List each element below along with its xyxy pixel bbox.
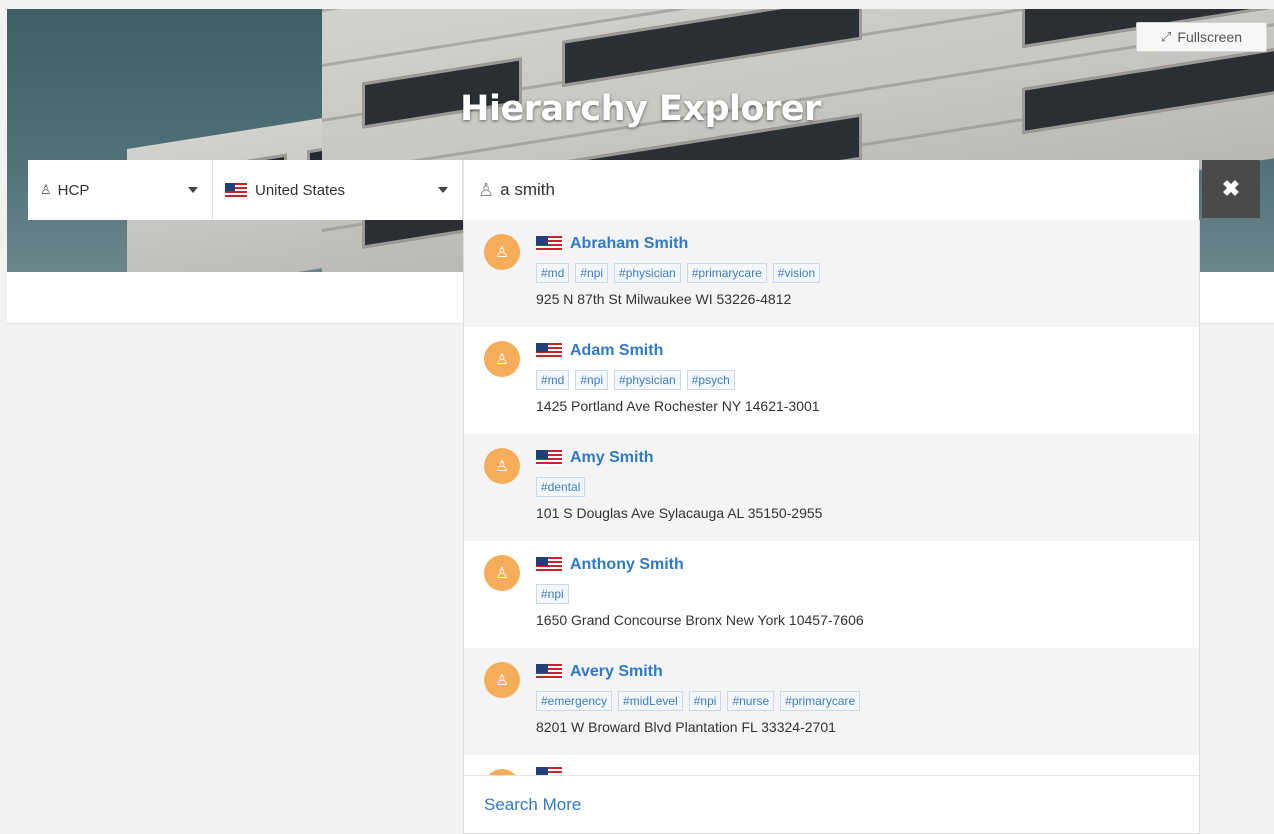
- result-item[interactable]: ♙ Avery Smith #emergency #midLevel #npi …: [464, 648, 1199, 755]
- tag[interactable]: #emergency: [536, 691, 613, 711]
- hcp-avatar-icon: ♙: [484, 448, 520, 484]
- result-item[interactable]: ♙ Anthony Smith #npi 1650 Grand Concours…: [464, 541, 1199, 648]
- country-selector[interactable]: United States: [213, 160, 463, 220]
- tag[interactable]: #psych: [686, 370, 735, 390]
- us-flag-icon: [536, 557, 562, 573]
- search-input[interactable]: [500, 180, 1141, 200]
- tag[interactable]: #dental: [536, 477, 586, 497]
- page-title: Hierarchy Explorer: [460, 89, 821, 129]
- chevron-down-icon: [188, 187, 198, 193]
- tag[interactable]: #primarycare: [780, 691, 861, 711]
- result-name-text: Avery Smith: [570, 663, 663, 680]
- tag[interactable]: #md: [536, 370, 570, 390]
- search-bar: ♙ HCP United States ♙: [28, 160, 1199, 220]
- tag[interactable]: #npi: [575, 370, 609, 390]
- type-selector-value: HCP: [57, 181, 90, 199]
- country-selector-value: United States: [255, 181, 346, 199]
- result-name: Amy Smith: [536, 446, 1199, 470]
- user-md-icon: ♙: [40, 182, 52, 197]
- tag[interactable]: #npi: [536, 584, 569, 604]
- result-tags: #md #npi #physician #primarycare #vision: [536, 263, 1199, 283]
- result-name: [536, 767, 570, 775]
- result-item[interactable]: ♙ Adam Smith #md #npi #physician #psych …: [464, 327, 1199, 434]
- us-flag-icon: [536, 343, 562, 359]
- tag[interactable]: #physician: [614, 263, 681, 283]
- result-item[interactable]: ♙ Amy Smith #dental 101 S Douglas Ave Sy…: [464, 434, 1199, 541]
- result-name-text: Anthony Smith: [570, 556, 684, 573]
- result-name-text: Abraham Smith: [570, 235, 689, 252]
- result-name: Abraham Smith: [536, 232, 1199, 256]
- result-name-text: Adam Smith: [570, 342, 664, 359]
- result-name: Anthony Smith: [536, 553, 1199, 577]
- result-address: 925 N 87th St Milwaukee WI 53226-4812: [536, 291, 792, 307]
- result-tags: #npi: [536, 584, 1199, 604]
- result-tags: #md #npi #physician #psych: [536, 370, 1199, 390]
- result-item-partial[interactable]: ♙: [464, 755, 1199, 775]
- result-address: 1650 Grand Concourse Bronx New York 1045…: [536, 612, 864, 628]
- result-name: Avery Smith: [536, 660, 1199, 684]
- search-more-link[interactable]: Search More: [464, 775, 1199, 833]
- hcp-avatar-icon: ♙: [484, 662, 520, 698]
- fullscreen-label: Fullscreen: [1177, 29, 1242, 45]
- tag[interactable]: #vision: [772, 263, 821, 283]
- hcp-avatar-icon: ♙: [484, 555, 520, 591]
- us-flag-icon: [225, 183, 247, 197]
- type-selector[interactable]: ♙ HCP: [28, 160, 213, 220]
- hcp-avatar-icon: ♙: [484, 341, 520, 377]
- tag[interactable]: #primarycare: [686, 263, 767, 283]
- close-icon: ✖: [1221, 176, 1241, 201]
- tag[interactable]: #npi: [688, 691, 722, 711]
- result-item[interactable]: ♙ Abraham Smith #md #npi #physician #pri…: [464, 220, 1199, 327]
- user-md-icon: ♙: [478, 179, 495, 200]
- result-name: Adam Smith: [536, 339, 1199, 363]
- result-tags: #dental: [536, 477, 1199, 497]
- us-flag-icon: [536, 767, 562, 775]
- result-address: 101 S Douglas Ave Sylacauga AL 35150-295…: [536, 505, 823, 521]
- tag[interactable]: #md: [536, 263, 570, 283]
- search-results-dropdown: ♙ Abraham Smith #md #npi #physician #pri…: [463, 220, 1200, 834]
- expand-icon: ⤢: [1161, 29, 1172, 44]
- clear-search-button[interactable]: ✖: [1202, 160, 1260, 218]
- search-field: ♙: [463, 160, 1199, 220]
- chevron-down-icon: [438, 187, 448, 193]
- us-flag-icon: [536, 664, 562, 680]
- tag[interactable]: #physician: [614, 370, 681, 390]
- tag[interactable]: #midLevel: [618, 691, 683, 711]
- result-address: 1425 Portland Ave Rochester NY 14621-300…: [536, 398, 820, 414]
- us-flag-icon: [536, 236, 562, 252]
- tag[interactable]: #nurse: [727, 691, 775, 711]
- results-list: ♙ Abraham Smith #md #npi #physician #pri…: [464, 220, 1199, 775]
- us-flag-icon: [536, 450, 562, 466]
- result-address: 8201 W Broward Blvd Plantation FL 33324-…: [536, 719, 836, 735]
- fullscreen-button[interactable]: ⤢ Fullscreen: [1136, 22, 1267, 52]
- page: Hierarchy Explorer ⤢ Fullscreen ♙ HCP Un…: [0, 0, 1274, 834]
- result-tags: #emergency #midLevel #npi #nurse #primar…: [536, 691, 1199, 711]
- hcp-avatar-icon: ♙: [484, 234, 520, 270]
- tag[interactable]: #npi: [575, 263, 609, 283]
- result-name-text: Amy Smith: [570, 449, 654, 466]
